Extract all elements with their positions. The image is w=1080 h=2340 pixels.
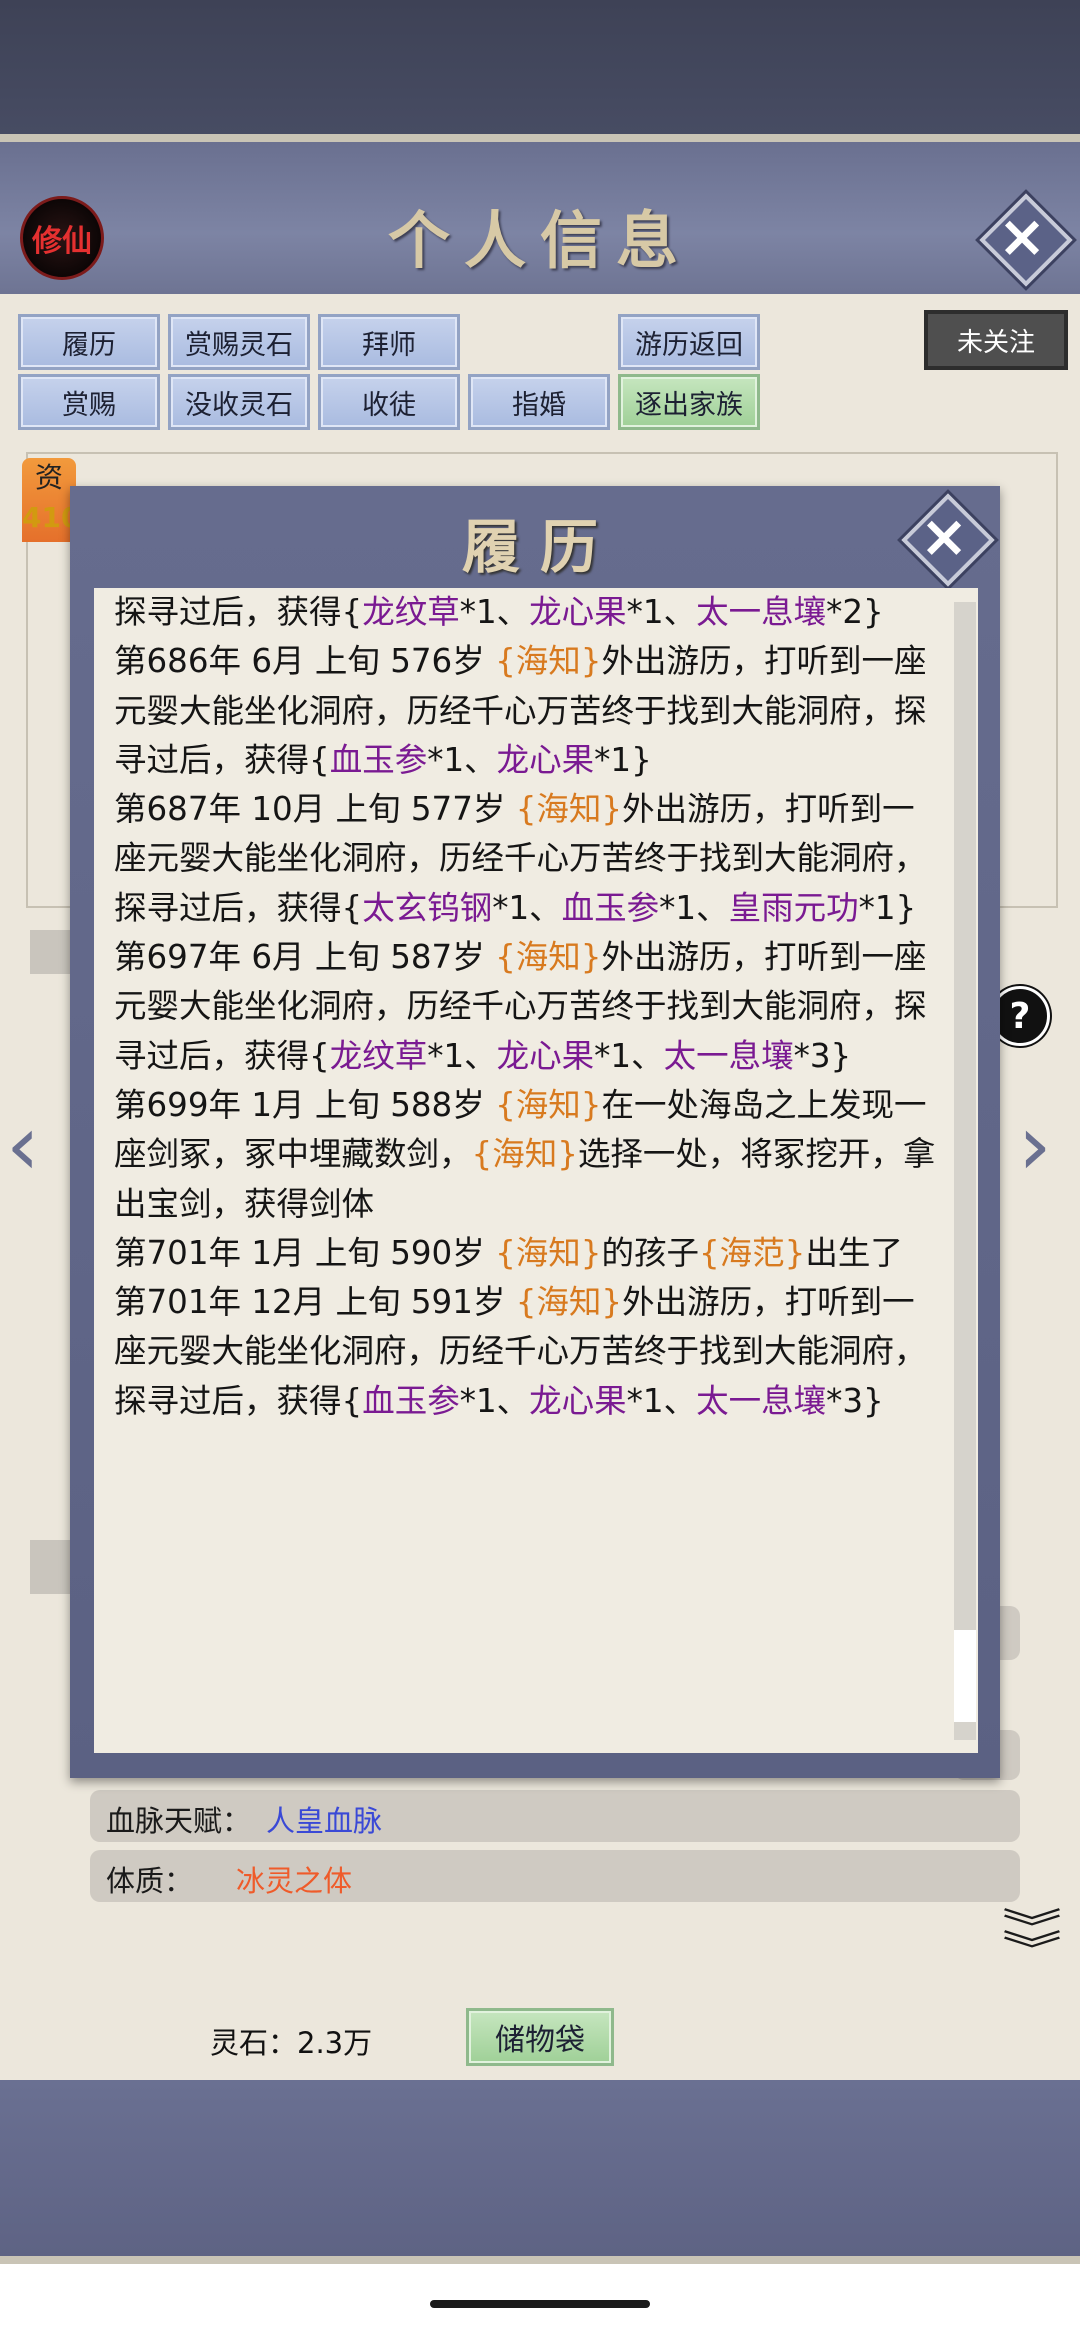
entry-text: 第699年 1月 上旬 588岁: [114, 1085, 496, 1124]
tab-stub: [30, 1540, 70, 1594]
item-name: 龙心果: [529, 593, 627, 631]
tab-stub: [30, 930, 70, 974]
item-name: 龙纹草: [362, 593, 460, 631]
history-entry: 第687年 10月 上旬 577岁 {海知}外出游历，打听到一座元婴大能坐化洞府…: [114, 785, 936, 933]
follow-button[interactable]: 未关注: [924, 310, 1068, 370]
status-bar-area: [0, 0, 1080, 134]
entry-text: *1、: [626, 593, 697, 631]
expand-down-icon[interactable]: ︾ ︾: [1002, 1909, 1062, 1971]
close-icon: ×: [919, 502, 969, 570]
expel-from-clan-button[interactable]: 逐出家族: [618, 374, 760, 430]
physique-row: [90, 1850, 1020, 1902]
character-name: {海知}: [471, 1135, 578, 1174]
page-title: 个人信息: [387, 204, 692, 277]
divider: [0, 2256, 1080, 2264]
character-name: {海知}: [515, 790, 623, 829]
entry-text: *2}: [826, 593, 884, 631]
physique-value: 冰灵之体: [236, 1864, 353, 1898]
physique-label: 体质：: [106, 1864, 194, 1898]
item-name: 龙心果: [496, 1036, 595, 1075]
prev-arrow-icon[interactable]: ‹: [6, 1096, 40, 1194]
item-name: 太一息壤: [696, 593, 827, 631]
history-entry: 第699年 1月 上旬 588岁 {海知}在一处海岛之上发现一座剑冢，冢中埋藏数…: [114, 1081, 936, 1229]
history-entry: 第697年 6月 上旬 587岁 {海知}外出游历，打听到一座元婴大能坐化洞府，…: [114, 933, 936, 1081]
history-entry: 第701年 1月 上旬 590岁 {海知}的孩子{海范}出生了: [114, 1229, 936, 1278]
next-arrow-icon[interactable]: ›: [1018, 1096, 1052, 1194]
entry-text: *3}: [793, 1036, 852, 1075]
character-name: {海知}: [495, 1233, 602, 1272]
entry-text: *1、: [459, 1381, 530, 1420]
history-button[interactable]: 履历: [18, 314, 160, 370]
xiuxian-badge[interactable]: 修仙: [20, 196, 104, 280]
item-name: 龙纹草: [329, 1036, 428, 1075]
character-name: {海知}: [495, 1085, 602, 1124]
item-name: 龙心果: [529, 1381, 627, 1420]
bloodline-value: 人皇血脉: [266, 1804, 383, 1838]
header-close-button[interactable]: ×: [979, 193, 1073, 287]
entry-text: 第701年 12月 上旬 591岁: [114, 1283, 516, 1322]
entry-text: 第687年 10月 上旬 577岁: [114, 790, 516, 829]
history-entry: 第686年 6月 上旬 576岁 {海知}外出游历，打听到一座元婴大能坐化洞府，…: [114, 637, 936, 785]
entry-text: *1、: [659, 888, 729, 927]
confiscate-stones-button[interactable]: 没收灵石: [168, 374, 310, 430]
spirit-stone-count: 灵石：2.3万: [210, 2026, 373, 2060]
history-log: 探寻过后，获得{龙纹草*1、龙心果*1、太一息壤*2} 第686年 6月 上旬 5…: [114, 588, 936, 1426]
storage-bag-button[interactable]: 储物袋: [466, 2008, 614, 2066]
item-name: 太一息壤: [696, 1381, 827, 1420]
entry-text: *1}: [594, 740, 652, 779]
travel-return-button[interactable]: 游历返回: [618, 314, 760, 370]
entry-text: 的孩子: [601, 1233, 699, 1272]
item-name: 太一息壤: [663, 1036, 794, 1075]
footer-bar: [0, 2080, 1080, 2256]
divider: [0, 134, 1080, 142]
scrollbar-thumb[interactable]: [954, 1630, 976, 1722]
character-name: {海知}: [515, 1283, 623, 1322]
take-master-button[interactable]: 拜师: [318, 314, 460, 370]
entry-text: *1、: [427, 740, 497, 779]
item-name: 龙心果: [496, 740, 595, 779]
take-disciple-button[interactable]: 收徒: [318, 374, 460, 430]
reward-button[interactable]: 赏赐: [18, 374, 160, 430]
history-entry: 探寻过后，获得{龙纹草*1、龙心果*1、太一息壤*2}: [114, 588, 936, 637]
item-name: 皇雨元功: [728, 888, 859, 927]
entry-text: *3}: [826, 1381, 884, 1420]
entry-text: 出生了: [805, 1233, 903, 1272]
reward-stones-button[interactable]: 赏赐灵石: [168, 314, 310, 370]
entry-text: 第686年 6月 上旬 576岁: [114, 642, 496, 681]
history-log-panel[interactable]: 探寻过后，获得{龙纹草*1、龙心果*1、太一息壤*2} 第686年 6月 上旬 5…: [94, 588, 978, 1753]
character-name: {海范}: [698, 1233, 806, 1272]
modal-close-button[interactable]: ×: [901, 493, 995, 587]
item-name: 血玉参: [561, 888, 660, 927]
entry-text: 第701年 1月 上旬 590岁: [114, 1233, 496, 1272]
entry-text: *1、: [594, 1036, 664, 1075]
entry-text: *1、: [427, 1036, 497, 1075]
arrange-marriage-button[interactable]: 指婚: [468, 374, 610, 430]
entry-text: *1}: [858, 888, 917, 927]
scrollbar-track[interactable]: [954, 602, 976, 1740]
character-name: {海知}: [495, 642, 602, 681]
item-name: 太玄钨钢: [362, 888, 493, 927]
close-icon: ×: [997, 202, 1047, 270]
entry-text: *1、: [459, 593, 530, 631]
bloodline-label: 血脉天赋：: [106, 1804, 252, 1838]
home-indicator[interactable]: [430, 2300, 650, 2308]
entry-text: 探寻过后，获得{: [114, 593, 363, 631]
item-name: 血玉参: [329, 740, 428, 779]
entry-text: *1、: [626, 1381, 697, 1420]
character-name: {海知}: [495, 938, 602, 977]
entry-text: 第697年 6月 上旬 587岁: [114, 938, 496, 977]
aptitude-label: 资: [34, 461, 63, 494]
entry-text: *1、: [492, 888, 562, 927]
history-entry: 第701年 12月 上旬 591岁 {海知}外出游历，打听到一座元婴大能坐化洞府…: [114, 1278, 936, 1426]
item-name: 血玉参: [362, 1381, 460, 1420]
